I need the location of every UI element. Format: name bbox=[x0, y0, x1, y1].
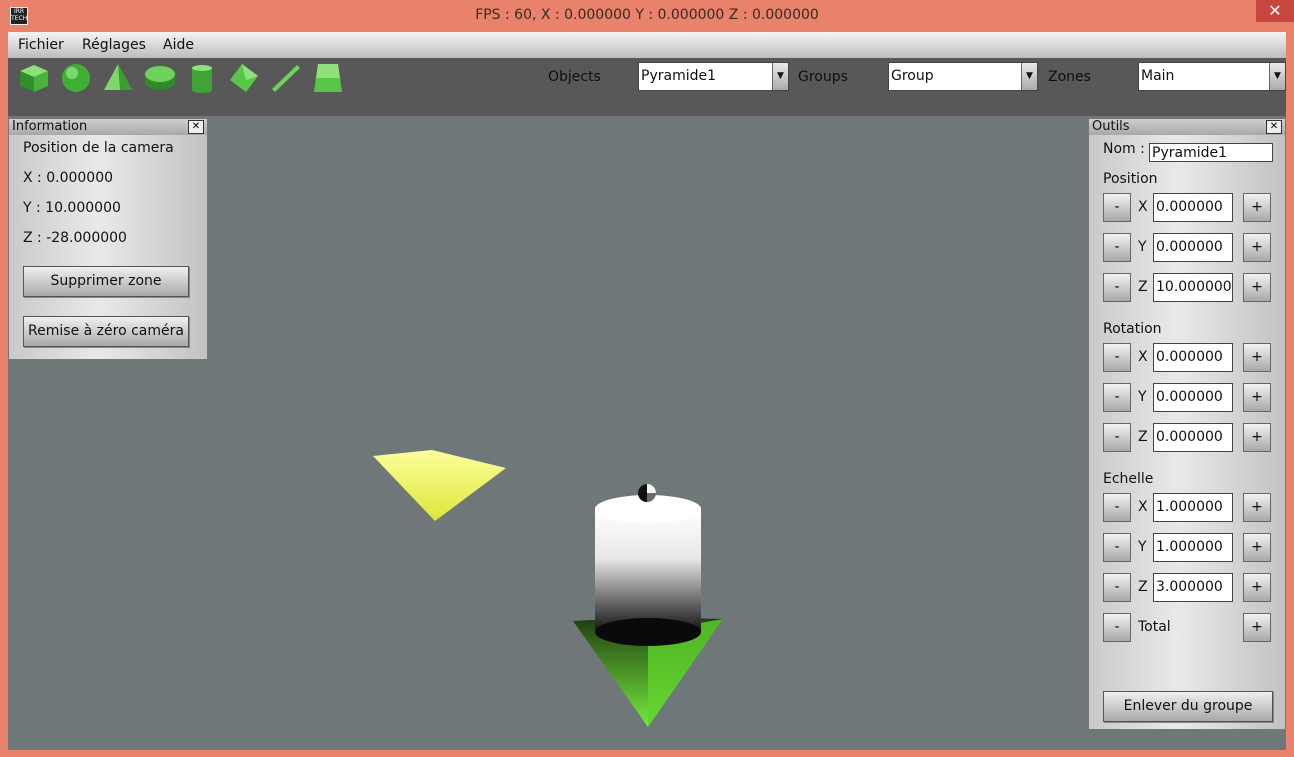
objects-select-value: Pyramide1 bbox=[641, 68, 716, 84]
menu-bar: Fichier Réglages Aide bbox=[8, 32, 1286, 58]
rotation-z-minus-button[interactable]: - bbox=[1103, 423, 1131, 452]
chevron-down-icon[interactable]: ▼ bbox=[772, 63, 788, 90]
scale-z-input[interactable]: 3.000000 bbox=[1153, 573, 1233, 602]
disc-tool[interactable] bbox=[144, 62, 176, 94]
rotation-x-plus-button[interactable]: + bbox=[1243, 343, 1271, 372]
plane-icon bbox=[230, 64, 258, 92]
rotation-z-input[interactable]: 0.000000 bbox=[1153, 423, 1233, 452]
trapezoid-tool[interactable] bbox=[312, 62, 344, 94]
rotation-label: Rotation bbox=[1103, 321, 1162, 337]
scale-total-minus-button[interactable]: - bbox=[1103, 613, 1131, 642]
groups-label: Groups bbox=[798, 69, 848, 85]
tools-panel-close-button[interactable]: ✕ bbox=[1266, 120, 1282, 134]
scale-x-input[interactable]: 1.000000 bbox=[1153, 493, 1233, 522]
rotation-y-minus-button[interactable]: - bbox=[1103, 383, 1131, 412]
rotation-z-plus-button[interactable]: + bbox=[1243, 423, 1271, 452]
position-y-plus-button[interactable]: + bbox=[1243, 233, 1271, 262]
plane-tool[interactable] bbox=[228, 62, 260, 94]
line-icon bbox=[272, 65, 300, 92]
tools-panel-title: Outils bbox=[1089, 119, 1285, 135]
camera-x-value: X : 0.000000 bbox=[23, 170, 114, 186]
menu-reglages[interactable]: Réglages bbox=[82, 37, 146, 53]
tools-panel: Outils ✕ Nom : Pyramide1 Position - X 0.… bbox=[1088, 118, 1286, 730]
position-x-plus-button[interactable]: + bbox=[1243, 193, 1271, 222]
zones-label: Zones bbox=[1048, 69, 1091, 85]
camera-position-heading: Position de la camera bbox=[23, 140, 174, 156]
position-z-plus-button[interactable]: + bbox=[1243, 273, 1271, 302]
window-title: FPS : 60, X : 0.000000 Y : 0.000000 Z : … bbox=[475, 7, 819, 23]
menu-fichier[interactable]: Fichier bbox=[18, 37, 64, 53]
title-bar: IRR TECH FPS : 60, X : 0.000000 Y : 0.00… bbox=[0, 0, 1294, 32]
pyramid-icon bbox=[104, 64, 132, 90]
rotation-y-label: Y bbox=[1138, 389, 1147, 405]
scale-y-minus-button[interactable]: - bbox=[1103, 533, 1131, 562]
light-sphere-object[interactable] bbox=[638, 484, 656, 502]
position-z-label: Z bbox=[1138, 279, 1148, 295]
camera-y-value: Y : 10.000000 bbox=[23, 200, 121, 216]
application-client-area: Fichier Réglages Aide Objects Pyramide1 … bbox=[8, 32, 1286, 750]
rotation-x-input[interactable]: 0.000000 bbox=[1153, 343, 1233, 372]
scale-y-plus-button[interactable]: + bbox=[1243, 533, 1271, 562]
position-y-input[interactable]: 0.000000 bbox=[1153, 233, 1233, 262]
line-tool[interactable] bbox=[270, 62, 302, 94]
cube-tool[interactable] bbox=[18, 62, 50, 94]
yellow-pyramid-object[interactable] bbox=[373, 450, 506, 521]
position-x-input[interactable]: 0.000000 bbox=[1153, 193, 1233, 222]
groups-select[interactable]: Group ▼ bbox=[888, 62, 1038, 91]
rotation-y-plus-button[interactable]: + bbox=[1243, 383, 1271, 412]
zones-select[interactable]: Main ▼ bbox=[1138, 62, 1286, 91]
pyramid-tool[interactable] bbox=[102, 62, 134, 94]
position-x-minus-button[interactable]: - bbox=[1103, 193, 1131, 222]
rotation-y-input[interactable]: 0.000000 bbox=[1153, 383, 1233, 412]
cube-icon bbox=[20, 65, 48, 92]
position-z-minus-button[interactable]: - bbox=[1103, 273, 1131, 302]
reset-camera-button[interactable]: Remise à zéro caméra bbox=[23, 316, 189, 347]
delete-zone-button[interactable]: Supprimer zone bbox=[23, 266, 189, 297]
cylinder-tool[interactable] bbox=[186, 62, 218, 94]
chevron-down-icon[interactable]: ▼ bbox=[1269, 63, 1285, 90]
position-z-input[interactable]: 10.000000 bbox=[1153, 273, 1233, 302]
information-panel: Information ✕ Position de la camera X : … bbox=[8, 118, 208, 360]
scale-total-label: Total bbox=[1138, 619, 1171, 635]
trapezoid-icon bbox=[314, 64, 342, 92]
scale-y-label: Y bbox=[1138, 539, 1147, 555]
toolbar: Objects Pyramide1 ▼ Groups Group ▼ Zones… bbox=[8, 58, 1286, 116]
scale-x-label: X bbox=[1138, 499, 1148, 515]
cylinder-icon bbox=[192, 65, 212, 93]
scale-x-minus-button[interactable]: - bbox=[1103, 493, 1131, 522]
sphere-icon bbox=[62, 64, 90, 92]
position-x-label: X bbox=[1138, 199, 1148, 215]
name-input[interactable]: Pyramide1 bbox=[1149, 143, 1273, 162]
cylinder-object[interactable] bbox=[595, 495, 701, 646]
scale-z-minus-button[interactable]: - bbox=[1103, 573, 1131, 602]
scale-z-label: Z bbox=[1138, 579, 1148, 595]
sphere-tool[interactable] bbox=[60, 62, 92, 94]
chevron-down-icon[interactable]: ▼ bbox=[1021, 63, 1037, 90]
rotation-x-label: X bbox=[1138, 349, 1148, 365]
zones-select-value: Main bbox=[1141, 68, 1175, 84]
remove-from-group-button[interactable]: Enlever du groupe bbox=[1103, 691, 1273, 722]
camera-z-value: Z : -28.000000 bbox=[23, 230, 127, 246]
information-panel-close-button[interactable]: ✕ bbox=[188, 120, 204, 134]
position-y-label: Y bbox=[1138, 239, 1147, 255]
disc-icon bbox=[145, 66, 175, 90]
scale-z-plus-button[interactable]: + bbox=[1243, 573, 1271, 602]
scale-total-plus-button[interactable]: + bbox=[1243, 613, 1271, 642]
name-label: Nom : bbox=[1103, 141, 1145, 157]
objects-label: Objects bbox=[548, 69, 601, 85]
scale-y-input[interactable]: 1.000000 bbox=[1153, 533, 1233, 562]
rotation-z-label: Z bbox=[1138, 429, 1148, 445]
scale-label: Echelle bbox=[1103, 471, 1154, 487]
position-label: Position bbox=[1103, 171, 1158, 187]
groups-select-value: Group bbox=[891, 68, 934, 84]
position-y-minus-button[interactable]: - bbox=[1103, 233, 1131, 262]
scale-x-plus-button[interactable]: + bbox=[1243, 493, 1271, 522]
menu-aide[interactable]: Aide bbox=[163, 37, 194, 53]
objects-select[interactable]: Pyramide1 ▼ bbox=[638, 62, 789, 91]
window-close-button[interactable]: ✕ bbox=[1256, 0, 1294, 22]
information-panel-title: Information bbox=[9, 119, 207, 135]
rotation-x-minus-button[interactable]: - bbox=[1103, 343, 1131, 372]
